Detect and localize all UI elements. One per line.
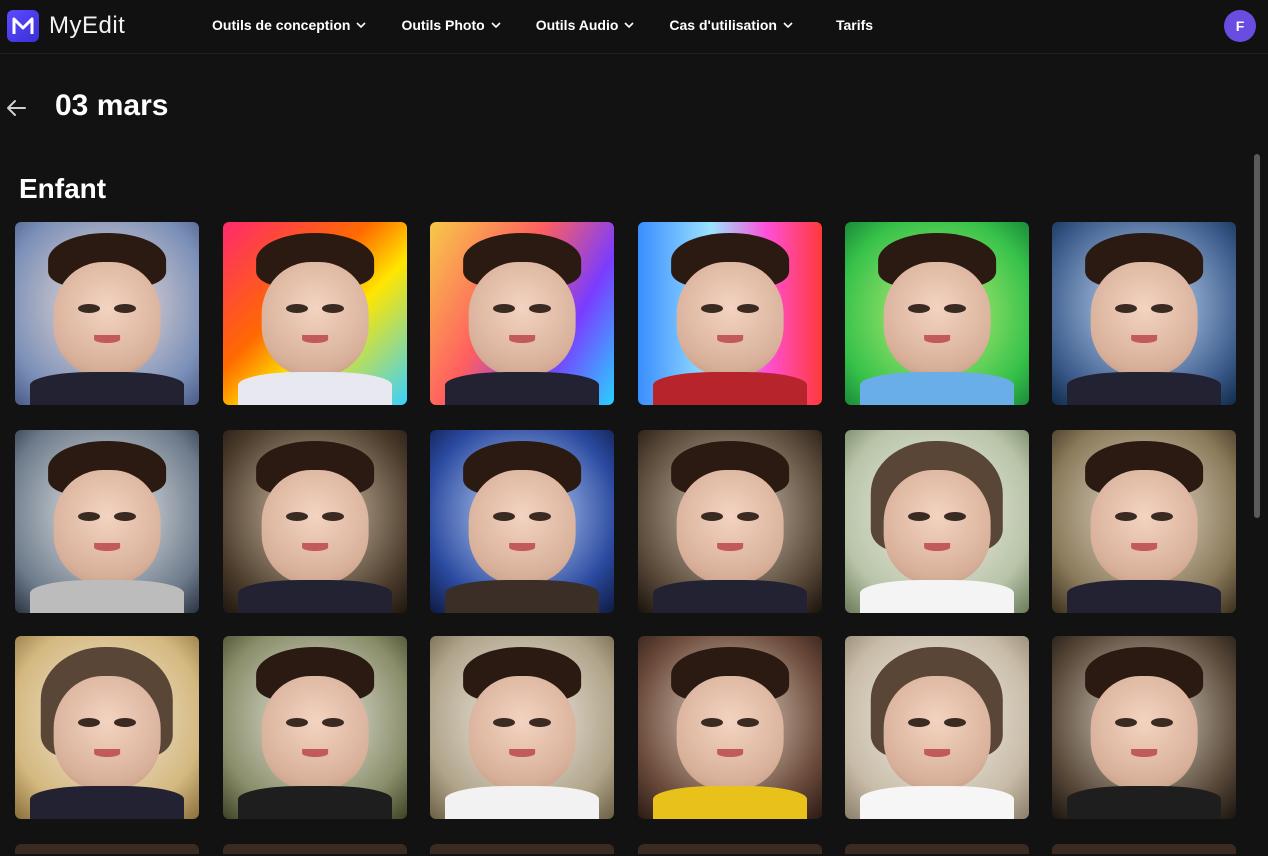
- nav-pricing[interactable]: Tarifs: [836, 17, 873, 33]
- face-shape: [676, 470, 784, 584]
- gallery-image[interactable]: [223, 222, 407, 405]
- face-shape: [53, 262, 161, 376]
- face-shape: [883, 262, 991, 376]
- gallery-image[interactable]: [638, 222, 822, 405]
- gallery-image[interactable]: [430, 222, 614, 405]
- nav-photo-tools[interactable]: Outils Photo: [401, 17, 501, 33]
- gallery-image-partial[interactable]: [223, 844, 407, 854]
- gallery-image[interactable]: [845, 222, 1029, 405]
- nav-label: Cas d'utilisation: [669, 17, 777, 33]
- gallery-image[interactable]: [638, 636, 822, 819]
- nav-label: Outils de conception: [212, 17, 351, 33]
- face-shape: [53, 676, 161, 790]
- shirt-shape: [859, 580, 1015, 613]
- face-shape: [1090, 676, 1198, 790]
- chevron-down-icon: [624, 22, 634, 29]
- image-gallery: [15, 222, 1237, 856]
- gallery-image[interactable]: [15, 636, 199, 819]
- scrollbar-thumb[interactable]: [1254, 154, 1260, 518]
- face-shape: [676, 262, 784, 376]
- nav-label: Outils Audio: [535, 17, 619, 33]
- face-shape: [468, 262, 576, 376]
- main-nav: Outils de conception Outils Photo Outils…: [212, 17, 908, 33]
- shirt-shape: [859, 372, 1015, 405]
- arrow-left-icon[interactable]: [4, 96, 28, 120]
- shirt-shape: [652, 786, 808, 819]
- nav-audio-tools[interactable]: Outils Audio: [536, 17, 635, 33]
- nav-design-tools[interactable]: Outils de conception: [212, 17, 367, 33]
- top-navbar: MyEdit Outils de conception Outils Photo…: [0, 0, 1268, 54]
- face-shape: [468, 676, 576, 790]
- page-title: 03 mars: [55, 89, 169, 122]
- gallery-image-partial[interactable]: [1052, 844, 1236, 854]
- nav-use-cases[interactable]: Cas d'utilisation: [669, 17, 793, 33]
- shirt-shape: [652, 372, 808, 405]
- face-shape: [468, 470, 576, 584]
- chevron-down-icon: [356, 22, 367, 29]
- gallery-image[interactable]: [430, 636, 614, 819]
- gallery-image[interactable]: [223, 430, 407, 613]
- shirt-shape: [444, 786, 600, 819]
- logo[interactable]: MyEdit: [7, 10, 125, 42]
- user-avatar[interactable]: F: [1224, 10, 1256, 42]
- gallery-image[interactable]: [430, 430, 614, 613]
- face-shape: [261, 262, 369, 376]
- face-shape: [261, 676, 369, 790]
- gallery-image[interactable]: [845, 636, 1029, 819]
- gallery-image[interactable]: [845, 430, 1029, 613]
- section-title: Enfant: [19, 173, 107, 204]
- face-shape: [1090, 470, 1198, 584]
- gallery-image[interactable]: [223, 636, 407, 819]
- shirt-shape: [652, 580, 808, 613]
- shirt-shape: [29, 786, 185, 819]
- gallery-image[interactable]: [638, 430, 822, 613]
- shirt-shape: [237, 786, 393, 819]
- gallery-image[interactable]: [15, 222, 199, 405]
- shirt-shape: [444, 580, 600, 613]
- gallery-image[interactable]: [1052, 222, 1236, 405]
- gallery-image[interactable]: [15, 430, 199, 613]
- chevron-down-icon: [491, 22, 501, 29]
- shirt-shape: [29, 580, 185, 613]
- shirt-shape: [237, 372, 393, 405]
- shirt-shape: [1066, 372, 1222, 405]
- face-shape: [261, 470, 369, 584]
- shirt-shape: [444, 372, 600, 405]
- face-shape: [676, 676, 784, 790]
- face-shape: [883, 470, 991, 584]
- shirt-shape: [29, 372, 185, 405]
- gallery-image-partial[interactable]: [430, 844, 614, 854]
- face-shape: [1090, 262, 1198, 376]
- logo-text: MyEdit: [49, 12, 126, 39]
- face-shape: [883, 676, 991, 790]
- gallery-image[interactable]: [1052, 636, 1236, 819]
- gallery-image-partial[interactable]: [638, 844, 822, 854]
- shirt-shape: [859, 786, 1015, 819]
- nav-label: Tarifs: [835, 17, 874, 33]
- face-shape: [53, 470, 161, 584]
- myedit-logo-icon: [7, 10, 39, 42]
- nav-label: Outils Photo: [401, 17, 485, 33]
- chevron-down-icon: [783, 22, 793, 29]
- shirt-shape: [1066, 580, 1222, 613]
- shirt-shape: [1066, 786, 1222, 819]
- gallery-image[interactable]: [1052, 430, 1236, 613]
- shirt-shape: [237, 580, 393, 613]
- gallery-image-partial[interactable]: [845, 844, 1029, 854]
- gallery-image-partial[interactable]: [15, 844, 199, 854]
